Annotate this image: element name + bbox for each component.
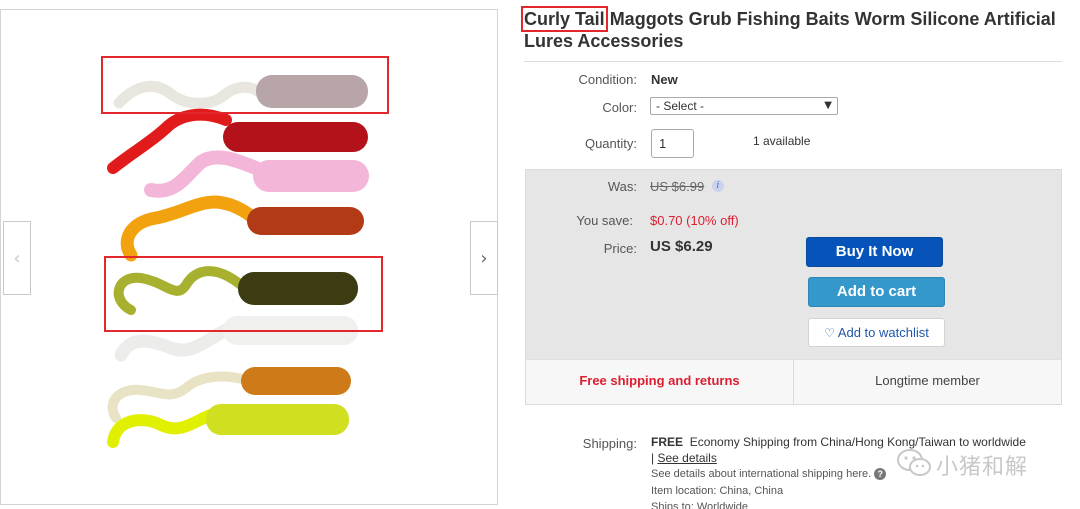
see-details-row: | See details [651, 451, 717, 465]
info-icon[interactable]: i [712, 180, 724, 192]
highlight-box-middle [104, 256, 383, 332]
title-divider [524, 61, 1062, 62]
seller-member-text: Longtime member [875, 373, 980, 388]
add-to-watchlist-button[interactable]: ♡ Add to watchlist [808, 318, 945, 347]
buy-it-now-button[interactable]: Buy It Now [806, 237, 943, 267]
buy-box-footer: Free shipping and returns Longtime membe… [526, 359, 1061, 405]
shipping-label: Shipping: [582, 436, 637, 451]
free-shipping-text: Free shipping and returns [579, 373, 740, 388]
heart-icon: ♡ [824, 326, 835, 340]
add-to-cart-button[interactable]: Add to cart [808, 277, 945, 307]
item-location-label: Item location: [651, 485, 717, 497]
ships-to-value: Worldwide [696, 501, 749, 509]
shipping-free: FREE [651, 435, 684, 449]
color-label: Color: [602, 100, 637, 115]
gallery-next-button[interactable]: › [470, 221, 498, 295]
was-label: Was: [607, 179, 637, 194]
title-rest: Maggots Grub Fishing Baits Worm Silicone… [524, 9, 1056, 51]
lure-pink [144, 150, 369, 198]
product-title: Curly Tail Maggots Grub Fishing Baits Wo… [521, 6, 1069, 52]
was-price: US $6.99 [650, 179, 705, 194]
highlight-box-top [101, 56, 389, 114]
quantity-label: Quantity: [584, 136, 637, 151]
price-label: Price: [603, 241, 637, 256]
quantity-available: 1 available [753, 134, 811, 148]
condition-value: New [651, 72, 678, 87]
wechat-icon [897, 449, 931, 476]
item-location-row: Item location: China, China [651, 485, 783, 497]
question-icon[interactable]: ? [874, 468, 887, 480]
color-select[interactable]: - Select - ▼ [650, 97, 838, 115]
see-details-link[interactable]: See details [657, 451, 716, 465]
ships-to-label: Ships to: [651, 501, 694, 509]
watermark: 小猪和解 [896, 446, 1056, 480]
product-image-gallery: ‹ › [0, 9, 498, 505]
gallery-prev-button[interactable]: ‹ [3, 221, 31, 295]
you-save-value: $0.70 (10% off) [650, 213, 739, 228]
you-save-label: You save: [576, 213, 633, 228]
intl-note-text: See details about international shipping… [651, 468, 872, 480]
quantity-input[interactable]: 1 [651, 129, 694, 158]
caret-down-icon: ▼ [824, 100, 832, 111]
chevron-left-icon: ‹ [13, 247, 21, 269]
watermark-text: 小猪和解 [936, 455, 1029, 480]
condition-label: Condition: [578, 72, 637, 87]
item-location-value: China, China [719, 485, 784, 497]
color-select-value: - Select - [656, 99, 705, 113]
watchlist-label: Add to watchlist [837, 325, 929, 340]
intl-shipping-note: See details about international shipping… [651, 468, 887, 480]
lure-chartreuse [107, 404, 349, 448]
chevron-right-icon: › [480, 247, 488, 269]
ships-to-row: Ships to: Worldwide [651, 501, 748, 509]
buy-box: Free shipping and returns Longtime membe… [525, 169, 1062, 405]
title-highlight: Curly Tail [521, 6, 608, 32]
price-value: US $6.29 [650, 238, 713, 255]
lure-orange-brown [120, 195, 364, 262]
